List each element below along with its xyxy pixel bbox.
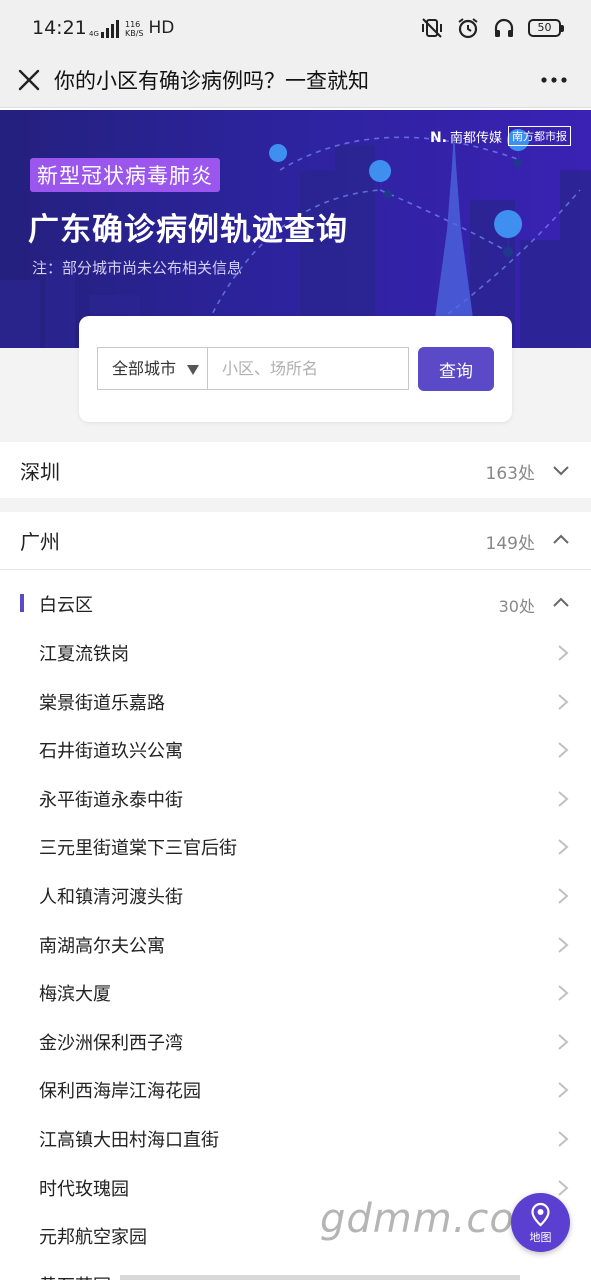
signal-icon xyxy=(101,20,119,38)
chevron-right-icon xyxy=(558,742,569,758)
chevron-right-icon xyxy=(558,645,569,661)
city-count: 163处 xyxy=(485,464,535,484)
chevron-up-icon[interactable] xyxy=(551,593,571,613)
district-name: 白云区 xyxy=(39,595,93,616)
district-row-baiyun[interactable]: 白云区 30处 xyxy=(0,580,591,626)
chevron-up-icon[interactable] xyxy=(551,530,571,550)
status-bar: 14:21 4G 116 KB/S HD 50 xyxy=(0,0,591,56)
scroll-indicator xyxy=(120,1275,520,1280)
banner-title: 广东确诊病例轨迹查询 xyxy=(28,212,348,248)
more-icon[interactable] xyxy=(539,68,569,92)
close-icon[interactable] xyxy=(14,65,44,95)
chevron-right-icon xyxy=(558,839,569,856)
map-button-label: 地图 xyxy=(529,1231,552,1244)
city-row-shenzhen[interactable]: 深圳 163处 xyxy=(0,442,591,498)
map-button[interactable]: 地图 xyxy=(511,1193,570,1252)
chevron-right-icon xyxy=(558,888,569,904)
city-count: 149处 xyxy=(485,534,535,554)
list-item[interactable]: 梅滨大厦 xyxy=(0,968,591,1017)
city-select-value: 全部城市 xyxy=(112,359,177,378)
city-row-guangzhou[interactable]: 广州 149处 xyxy=(0,512,591,568)
speed-value: 116 xyxy=(125,20,141,29)
list-item[interactable]: 石井街道玖兴公寓 xyxy=(0,725,591,774)
page-title: 你的小区有确诊病例吗？一查就知 xyxy=(54,69,369,93)
chevron-right-icon xyxy=(558,1033,569,1050)
status-time: 14:21 xyxy=(32,17,87,39)
place-name: 金沙洲保利西子湾 xyxy=(39,1032,183,1054)
list-item[interactable]: 三元里街道棠下三官后街 xyxy=(0,822,591,871)
place-name: 南湖高尔夫公寓 xyxy=(39,935,165,957)
place-list: 江夏流铁岗 棠景街道乐嘉路 石井街道玖兴公寓 永平街道永泰中街 三元里街道棠下三… xyxy=(0,628,591,1280)
place-name: 元邦航空家园 xyxy=(39,1227,147,1249)
district-count: 30处 xyxy=(498,597,535,616)
place-name: 永平街道永泰中街 xyxy=(39,789,183,811)
search-card: 全部城市 查询 xyxy=(79,316,512,422)
title-bar: 你的小区有确诊病例吗？一查就知 xyxy=(0,56,591,108)
place-name: 黄石花园 xyxy=(39,1272,111,1280)
list-item[interactable]: 江夏流铁岗 xyxy=(0,628,591,677)
list-item[interactable]: 棠景街道乐嘉路 xyxy=(0,677,591,726)
place-name: 时代玫瑰园 xyxy=(39,1178,129,1200)
network-status: 4G 116 KB/S HD xyxy=(88,18,174,38)
banner: N. 南都传媒 南方都市报 新型冠状病毒肺炎 广东确诊病例轨迹查询 注：部分城市尚… xyxy=(0,110,591,348)
brand-name: 南都传媒 xyxy=(449,130,502,146)
search-input[interactable] xyxy=(207,347,409,390)
city-name: 深圳 xyxy=(20,460,60,484)
city-select[interactable]: 全部城市 xyxy=(97,347,208,390)
list-item[interactable]: 永平街道永泰中街 xyxy=(0,774,591,823)
network-speed: 116 KB/S xyxy=(125,20,144,38)
banner-tag: 新型冠状病毒肺炎 xyxy=(30,158,220,192)
list-item[interactable]: 保利西海岸江海花园 xyxy=(0,1065,591,1114)
section-gap xyxy=(0,498,591,512)
place-name: 江高镇大田村海口直街 xyxy=(39,1129,219,1151)
chevron-right-icon xyxy=(558,791,569,807)
chevron-right-icon xyxy=(558,936,569,953)
place-name: 梅滨大厦 xyxy=(39,984,111,1006)
list-item[interactable]: 江高镇大田村海口直街 xyxy=(0,1114,591,1163)
district-marker xyxy=(20,594,24,612)
chevron-right-icon xyxy=(558,1131,569,1147)
place-name: 人和镇清河渡头街 xyxy=(39,886,183,908)
hd-indicator: HD xyxy=(148,18,175,38)
chevron-right-icon xyxy=(558,1179,569,1196)
list-item[interactable]: 南湖高尔夫公寓 xyxy=(0,920,591,969)
vibrate-icon xyxy=(422,18,442,38)
brand-mark: N. xyxy=(429,129,447,146)
alarm-icon xyxy=(458,18,478,39)
city-name: 广州 xyxy=(20,530,60,554)
brand-paper: 南方都市报 xyxy=(508,126,571,146)
chevron-down-icon[interactable] xyxy=(551,460,571,480)
chevron-right-icon xyxy=(558,985,569,1001)
speed-unit: KB/S xyxy=(125,29,144,38)
chevron-right-icon xyxy=(558,1082,569,1099)
chevron-right-icon xyxy=(558,693,569,710)
place-name: 保利西海岸江海花园 xyxy=(39,1081,201,1103)
place-name: 三元里街道棠下三官后街 xyxy=(39,838,237,860)
list-item[interactable]: 金沙洲保利西子湾 xyxy=(0,1017,591,1066)
query-button[interactable]: 查询 xyxy=(418,347,494,391)
brand-logo: N. 南都传媒 南方都市报 xyxy=(430,126,571,146)
battery-icon: 50 xyxy=(528,19,564,37)
caret-down-icon xyxy=(187,365,199,375)
status-icons: 50 xyxy=(420,16,564,40)
map-pin-icon xyxy=(531,1202,550,1227)
place-name: 棠景街道乐嘉路 xyxy=(39,692,165,714)
divider xyxy=(0,569,591,570)
place-name: 石井街道玖兴公寓 xyxy=(39,741,183,763)
list-item[interactable]: 人和镇清河渡头街 xyxy=(0,871,591,920)
place-name: 江夏流铁岗 xyxy=(39,644,129,665)
banner-note: 注：部分城市尚未公布相关信息 xyxy=(32,259,243,277)
headset-icon xyxy=(494,18,514,37)
network-gen: 4G xyxy=(89,30,99,38)
